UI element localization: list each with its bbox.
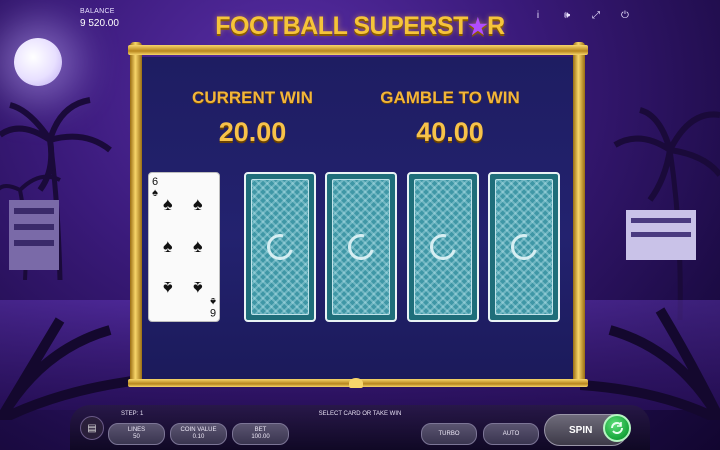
palm-leaves-bottom-left: [0, 317, 140, 420]
spin-label: SPIN: [569, 424, 593, 436]
card-corner-top: 6 ♠: [152, 177, 158, 199]
gamble-to-win-label: GAMBLE TO WIN: [380, 88, 520, 107]
card-back-pattern: [495, 179, 553, 315]
frame-top: [128, 45, 588, 55]
turbo-button[interactable]: TURBO: [421, 423, 477, 445]
sound-icon[interactable]: 🕪: [560, 8, 574, 22]
spade-pip-icon: ♠: [193, 278, 203, 298]
lines-label: LINES: [127, 427, 146, 434]
frame-right: [573, 42, 585, 387]
palm-leaves-bottom-right: [580, 307, 720, 420]
dealer-card: 6 ♠ ♠ ♠ ♠ ♠ ♠ ♠ 6 ♠: [148, 172, 220, 322]
bet-label: BET: [254, 427, 267, 434]
frame-left: [130, 42, 142, 387]
coin-value-label: COIN VALUE: [180, 427, 217, 434]
turbo-label: TURBO: [438, 430, 460, 437]
card-emblem-icon: [262, 229, 298, 265]
spin-ball-button[interactable]: [603, 414, 631, 442]
bet-value: 100.00: [251, 433, 270, 440]
card-emblem-icon: [506, 229, 542, 265]
paytable-icon: ▤: [87, 422, 97, 434]
card-emblem-icon: [343, 229, 379, 265]
choice-card-3[interactable]: [407, 172, 479, 322]
spade-pip-icon: ♠: [193, 236, 203, 256]
card-suit-icon: ♠: [210, 295, 216, 307]
card-corner-bottom: 6 ♠: [209, 295, 216, 318]
choice-card-4[interactable]: [488, 172, 560, 322]
lines-button[interactable]: LINES 50: [108, 423, 165, 445]
palm-tree-right: [613, 107, 720, 320]
frame-gem-icon: [349, 378, 363, 388]
choice-card-2[interactable]: [325, 172, 397, 322]
card-back-pattern: [251, 179, 309, 315]
card-emblem-icon: [425, 229, 461, 265]
building-right: [626, 210, 696, 260]
spade-pip-icon: ♠: [163, 194, 173, 214]
current-win-label: CURRENT WIN: [192, 88, 313, 107]
card-back-pattern: [332, 179, 390, 315]
building-left: [9, 200, 59, 270]
spade-pip-icon: ♠: [163, 236, 173, 256]
fullscreen-icon[interactable]: ⤢: [589, 8, 603, 22]
auto-label: AUTO: [502, 430, 520, 437]
choice-card-1[interactable]: [244, 172, 316, 322]
info-icon[interactable]: i: [531, 8, 545, 22]
card-back-pattern: [414, 179, 472, 315]
card-rank: 6: [209, 306, 216, 318]
current-win-value: 20.00: [218, 117, 287, 147]
power-icon[interactable]: ⏻: [618, 8, 632, 22]
refresh-icon: [611, 422, 623, 434]
bet-button[interactable]: BET 100.00: [232, 423, 289, 445]
lines-value: 50: [133, 433, 140, 440]
logo-star-icon: ★: [467, 14, 488, 39]
paytable-button[interactable]: ▤: [80, 416, 104, 440]
gamble-to-win-value: 40.00: [416, 117, 484, 147]
top-toolbar: i 🕪 ⤢ ⏻: [531, 8, 632, 22]
card-suit-icon: ♠: [152, 187, 158, 199]
coin-value-button[interactable]: COIN VALUE 0.10: [170, 423, 227, 445]
logo-text: FOOTBALL SUPERST: [215, 12, 468, 40]
spade-pip-icon: ♠: [163, 278, 173, 298]
spade-pip-icon: ♠: [193, 194, 203, 214]
coin-value-value: 0.10: [192, 433, 205, 440]
auto-button[interactable]: AUTO: [483, 423, 539, 445]
logo-text-end: R: [487, 12, 505, 40]
